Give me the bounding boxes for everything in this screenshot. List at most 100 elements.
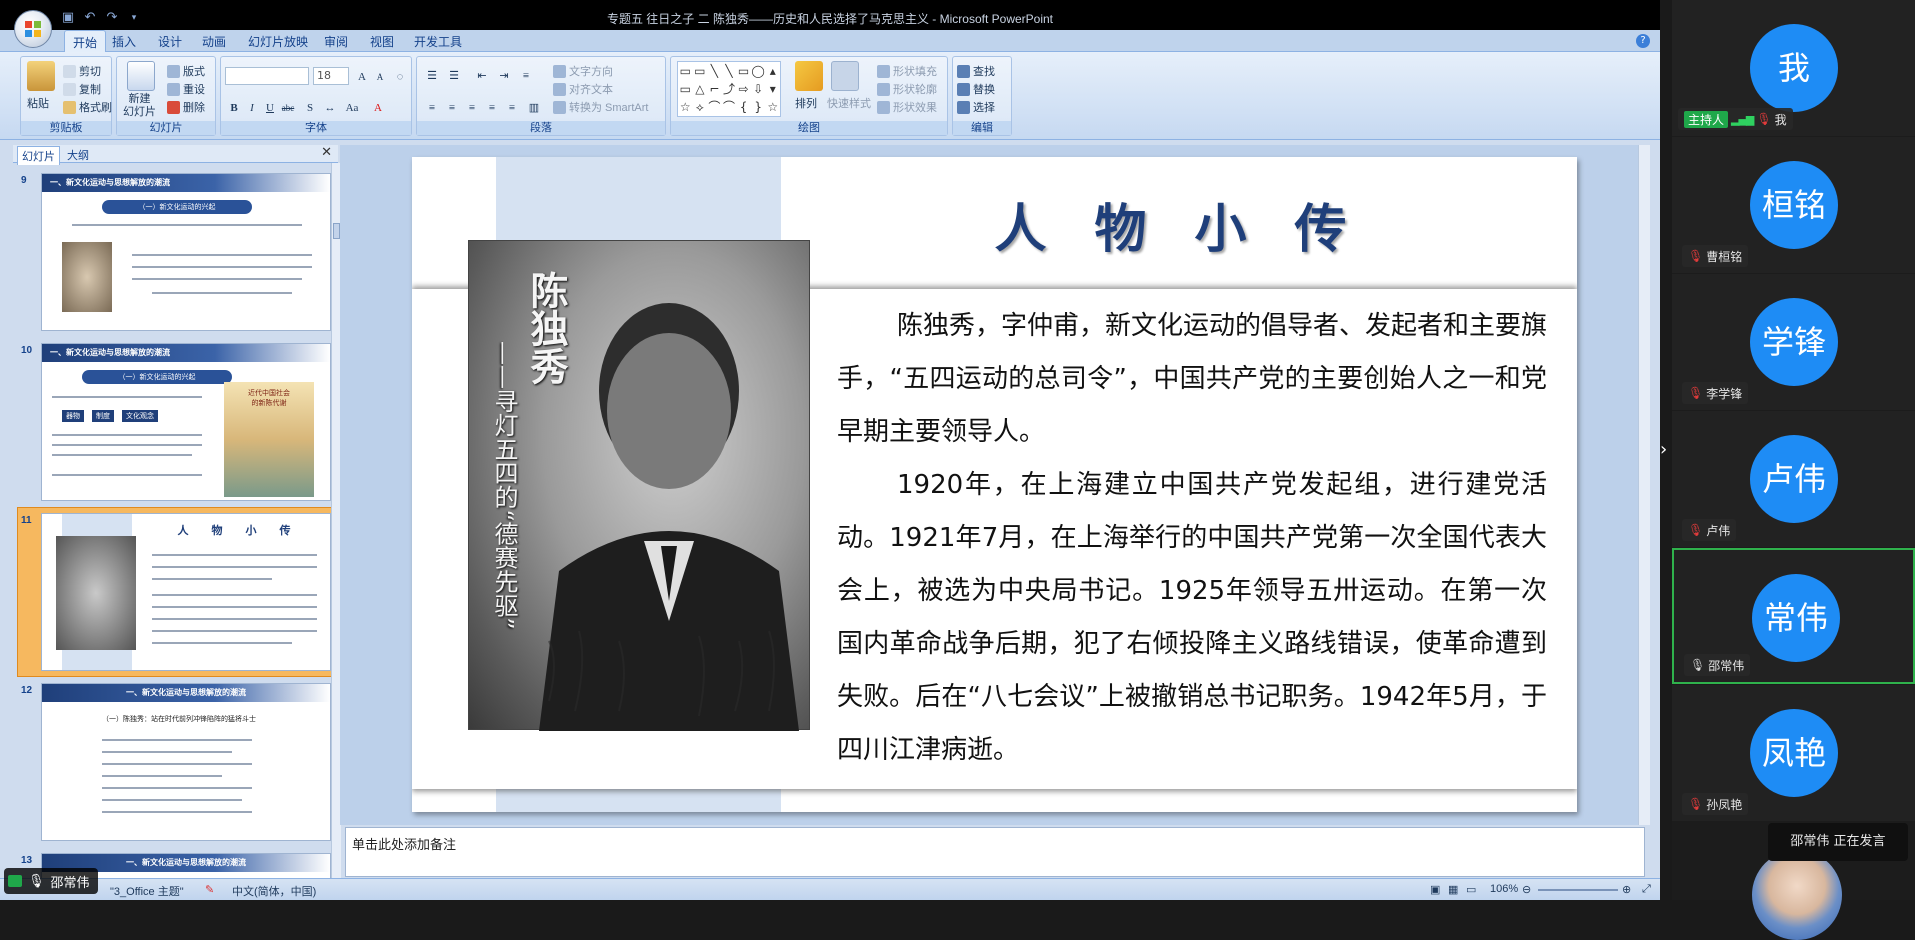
font-size-combo[interactable]: 18 <box>313 67 349 85</box>
bold-button[interactable]: B <box>225 99 243 115</box>
shape-effects-button[interactable]: 形状效果 <box>877 99 937 115</box>
shape-outline-button[interactable]: 形状轮廓 <box>877 81 937 97</box>
group-editing: 查找 替换 选择 编辑 <box>952 56 1012 136</box>
language-status[interactable]: 中文(简体，中国) <box>232 883 316 899</box>
new-slide-button[interactable]: 新建 幻灯片 <box>123 93 161 119</box>
effects-icon <box>877 100 890 114</box>
theme-name[interactable]: "3_Office 主题" <box>110 883 184 899</box>
align-center-button[interactable]: ≡ <box>443 99 461 115</box>
arrange-icon[interactable] <box>795 61 823 91</box>
italic-button[interactable]: I <box>243 99 261 115</box>
spellcheck-icon[interactable]: ✎ <box>205 883 214 896</box>
office-button[interactable] <box>14 10 52 48</box>
bullets-button[interactable]: ☰ <box>423 67 441 83</box>
participant-tile[interactable]: 卢伟 🎙 卢伟 <box>1672 411 1915 547</box>
slide-thumbnail-selected[interactable]: 人 物 小 传 <box>41 513 331 671</box>
columns-button[interactable]: ▥ <box>525 99 543 115</box>
participant-video-avatar[interactable] <box>1752 850 1842 940</box>
numbering-button[interactable]: ☰ <box>445 67 463 83</box>
tab-slides-panel[interactable]: 幻灯片 <box>17 146 60 165</box>
underline-button[interactable]: U <box>261 99 279 115</box>
participants-panel: 我 主持人 ▂▄▆ 🎙 我 桓铭 🎙 曹桓铭 学锋 🎙 李学锋 卢伟 🎙 卢伟 … <box>1672 0 1915 900</box>
slide-thumbnail[interactable]: 一、新文化运动与思想解放的潮流 （一）陈独秀：站在时代前列冲锋陷阵的猛将斗士 <box>41 683 331 841</box>
align-right-button[interactable]: ≡ <box>463 99 481 115</box>
shape-fill-button[interactable]: 形状填充 <box>877 63 937 79</box>
zoom-slider[interactable] <box>1538 889 1618 891</box>
slide-thumbnail[interactable]: 一、新文化运动与思想解放的潮流 （一）新文化运动的兴起 器物 制度 文化观念 近… <box>41 343 331 501</box>
tab-home[interactable]: 开始 <box>64 30 107 53</box>
decrease-indent-button[interactable]: ⇤ <box>473 67 491 83</box>
grow-font-button[interactable]: A <box>353 68 371 84</box>
portrait-image[interactable]: 陈独秀 ——寻灯五四的“德赛先驱” <box>468 240 810 731</box>
cut-button[interactable]: 剪切 <box>63 63 101 79</box>
format-painter-button[interactable]: 格式刷 <box>63 99 112 115</box>
slide-thumbnail[interactable]: 一、新文化运动与思想解放的潮流 （一）新文化运动的兴起 <box>41 173 331 331</box>
notes-pane[interactable]: 单击此处添加备注 <box>345 827 1645 877</box>
smartart-button[interactable]: 转换为 SmartArt <box>553 99 648 115</box>
reset-button[interactable]: 重设 <box>167 81 205 97</box>
line-spacing-button[interactable]: ≡ <box>517 67 535 83</box>
thumb-flow-item: 器物 <box>62 410 84 422</box>
fit-window-icon[interactable]: ⤢ <box>1642 883 1651 896</box>
select-button[interactable]: 选择 <box>957 99 995 115</box>
tab-developer[interactable]: 开发工具 <box>414 33 462 50</box>
thumb-number: 10 <box>21 345 33 356</box>
copy-button[interactable]: 复制 <box>63 81 101 97</box>
tab-insert[interactable]: 插入 <box>112 33 136 50</box>
help-icon[interactable]: ? <box>1636 34 1650 48</box>
normal-view-icon[interactable]: ▣ <box>1430 883 1440 896</box>
new-slide-icon[interactable] <box>127 61 155 91</box>
replace-button[interactable]: 替换 <box>957 81 995 97</box>
arrange-button[interactable]: 排列 <box>795 95 817 111</box>
tab-design[interactable]: 设计 <box>158 33 182 50</box>
find-button[interactable]: 查找 <box>957 63 995 79</box>
justify-button[interactable]: ≡ <box>483 99 501 115</box>
tab-outline-panel[interactable]: 大纲 <box>63 146 93 164</box>
tab-review[interactable]: 审阅 <box>324 33 348 50</box>
align-text-button[interactable]: 对齐文本 <box>553 81 613 97</box>
participant-tile[interactable]: 学锋 🎙 李学锋 <box>1672 274 1915 410</box>
paragraph-group-label: 段落 <box>417 121 665 135</box>
participant-tile[interactable]: 桓铭 🎙 曹桓铭 <box>1672 137 1915 273</box>
slideshow-view-icon[interactable]: ▭ <box>1466 883 1476 896</box>
paste-icon[interactable] <box>27 61 55 91</box>
distribute-button[interactable]: ≡ <box>503 99 521 115</box>
quick-styles-icon[interactable] <box>831 61 859 91</box>
format-painter-label: 格式刷 <box>79 102 112 114</box>
zoom-out-icon[interactable]: ⊖ <box>1522 883 1531 896</box>
slide-body-text[interactable]: 陈独秀，字仲甫，新文化运动的倡导者、发起者和主要旗手，“五四运动的总司令”，中国… <box>837 300 1547 777</box>
participant-avatar: 桓铭 <box>1750 161 1838 249</box>
tab-view[interactable]: 视图 <box>370 33 394 50</box>
sorter-view-icon[interactable]: ▦ <box>1448 883 1458 896</box>
tab-slideshow[interactable]: 幻灯片放映 <box>248 33 308 50</box>
font-color-button[interactable]: A <box>369 99 387 115</box>
clear-format-button[interactable]: ◌ <box>391 68 409 84</box>
slides-panel: 幻灯片 大纲 ✕ 9 一、新文化运动与思想解放的潮流 （一）新文化运动的兴起 1… <box>13 145 341 880</box>
shapes-gallery[interactable]: ▭ ▭ ╲ ╲ ▭ ◯ ▴ ▭ △ ⌐ ⤴ ⇨ ⇩ ▾ ☆ ⟡ ⌒ ⌒{} ☆ <box>677 61 781 117</box>
zoom-in-icon[interactable]: ⊕ <box>1622 883 1631 896</box>
slide-canvas[interactable]: 人物小传 陈独秀 ——寻灯五四的“德赛先驱” 陈独秀，字仲甫，新文化运动的倡导者… <box>412 157 1577 812</box>
participant-tile[interactable]: 我 主持人 ▂▄▆ 🎙 我 <box>1672 0 1915 136</box>
paste-button[interactable]: 粘贴 <box>27 95 49 111</box>
tab-animations[interactable]: 动画 <box>202 33 226 50</box>
shadow-button[interactable]: S <box>301 99 319 115</box>
char-spacing-button[interactable]: ↔ <box>321 99 339 115</box>
editor-scrollbar[interactable] <box>1638 145 1650 825</box>
increase-indent-button[interactable]: ⇥ <box>495 67 513 83</box>
shrink-font-button[interactable]: A <box>371 68 389 84</box>
scroll-thumb[interactable] <box>333 223 340 239</box>
strikethrough-button[interactable]: abc <box>279 99 297 115</box>
slide-title[interactable]: 人物小传 <box>812 187 1577 262</box>
align-left-button[interactable]: ≡ <box>423 99 441 115</box>
zoom-level[interactable]: 106% <box>1490 883 1518 895</box>
delete-slide-button[interactable]: 删除 <box>167 99 205 115</box>
participant-tile-speaking[interactable]: 常伟 🎙 邵常伟 <box>1672 548 1915 684</box>
participant-tile[interactable]: 凤艳 🎙 孙凤艳 <box>1672 685 1915 821</box>
thumb-text-line <box>102 799 242 801</box>
close-panel-icon[interactable]: ✕ <box>321 145 332 160</box>
layout-button[interactable]: 版式 <box>167 63 205 79</box>
quick-styles-button[interactable]: 快速样式 <box>827 95 871 111</box>
font-name-combo[interactable] <box>225 67 309 85</box>
change-case-button[interactable]: Aa <box>343 99 361 115</box>
text-direction-button[interactable]: 文字方向 <box>553 63 613 79</box>
